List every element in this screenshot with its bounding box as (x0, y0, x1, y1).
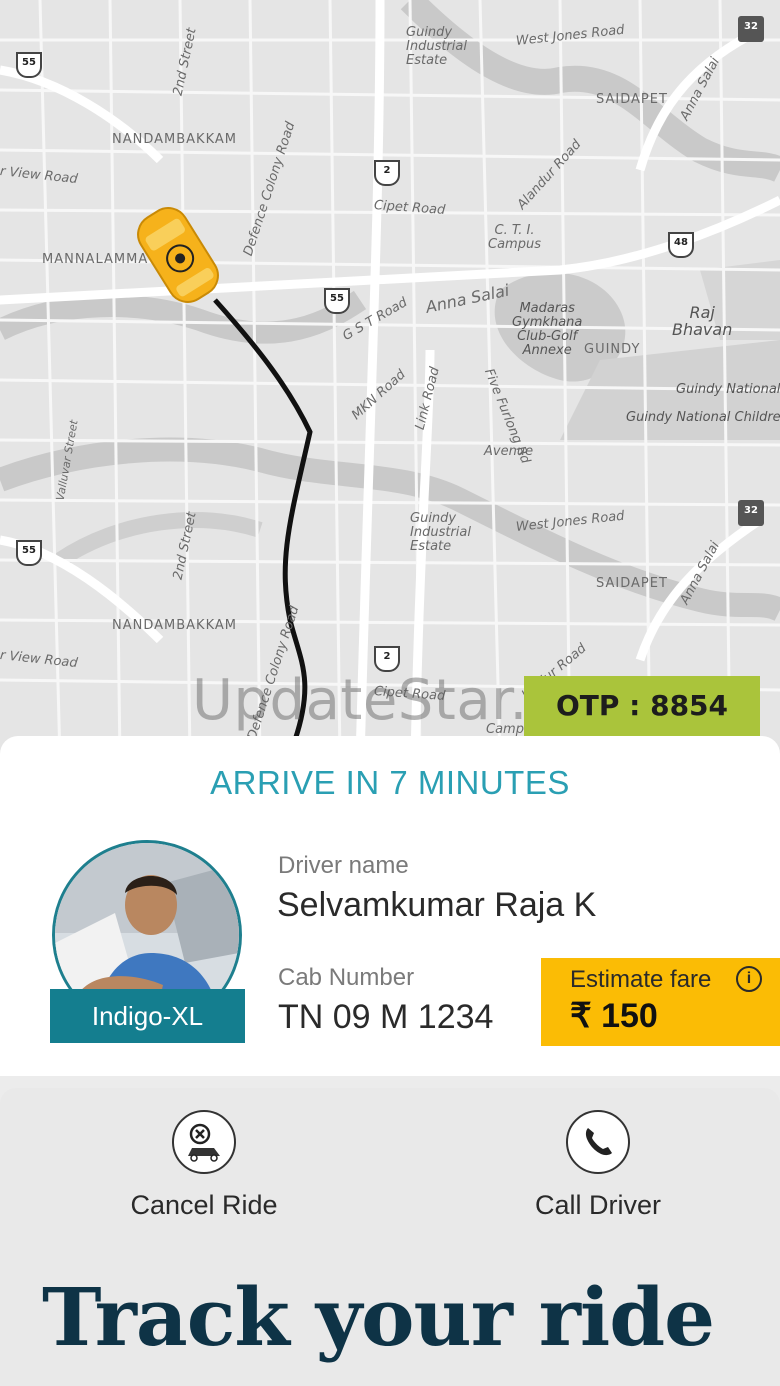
map-label-saidapet-2: SAIDAPET (596, 576, 668, 591)
otp-badge: OTP : 8854 (524, 676, 760, 736)
highway-shield-55-center: 55 (324, 288, 350, 314)
driver-name-label: Driver name (278, 852, 409, 879)
map-label-guindy-national: Guindy National (676, 382, 780, 397)
cab-number: TN 09 M 1234 (278, 998, 494, 1036)
info-icon[interactable]: i (736, 966, 762, 992)
map-label-mannalamma: MANNALAMMA (42, 252, 149, 267)
call-driver-button[interactable]: Call Driver (498, 1110, 698, 1221)
map-label-raj-bhavan: Raj Bhavan (672, 303, 733, 339)
cancel-ride-icon (172, 1110, 236, 1174)
map-label-guindy-national-children: Guindy National Childre (626, 410, 780, 425)
cancel-ride-label: Cancel Ride (130, 1190, 278, 1220)
estimate-fare-label: Estimate fare (570, 966, 712, 993)
call-driver-label: Call Driver (534, 1190, 661, 1220)
car-type-badge: Indigo-XL (50, 989, 245, 1043)
arrival-eta: ARRIVE IN 7 MINUTES (210, 764, 570, 801)
map-label-avenue: Avenue (484, 444, 534, 459)
map-label-guindy-industrial-2: Guindy Industrial Estate (410, 511, 471, 554)
highway-shield-55: 55 (16, 52, 42, 78)
map-label-nandambakkam: NANDAMBAKKAM (112, 132, 237, 147)
map-label-nandambakkam-2: NANDAMBAKKAM (112, 618, 237, 633)
map-label-cti-campus: C. T. I. Campus (488, 223, 541, 252)
ride-info-card: ARRIVE IN 7 MINUTES Indigo-XL Driver nam… (0, 736, 780, 1076)
map-label-saidapet: SAIDAPET (596, 92, 668, 107)
map-view[interactable]: Guindy Industrial Estate West Jones Road… (0, 0, 780, 760)
cab-number-label: Cab Number (278, 964, 415, 991)
driver-name: Selvamkumar Raja K (277, 886, 597, 924)
estimate-fare-value: ₹ 150 (570, 997, 658, 1035)
nh-shield-32: 32 (738, 16, 764, 42)
cancel-ride-button[interactable]: Cancel Ride (104, 1110, 304, 1221)
map-label-guindy: GUINDY (584, 342, 641, 357)
map-label-madaras-gymkhana: Madaras Gymkhana Club-Golf Annexe (512, 301, 583, 358)
highway-shield-2: 2 (374, 160, 400, 186)
nh-shield-32-lower: 32 (738, 500, 764, 526)
map-label-guindy-industrial: Guindy Industrial Estate (406, 25, 467, 68)
phone-icon (566, 1110, 630, 1174)
promo-headline: Track your ride (42, 1270, 715, 1364)
highway-shield-55-lower: 55 (16, 540, 42, 566)
estimate-fare-box: Estimate fare i ₹ 150 (541, 958, 780, 1046)
highway-shield-48: 48 (668, 232, 694, 258)
